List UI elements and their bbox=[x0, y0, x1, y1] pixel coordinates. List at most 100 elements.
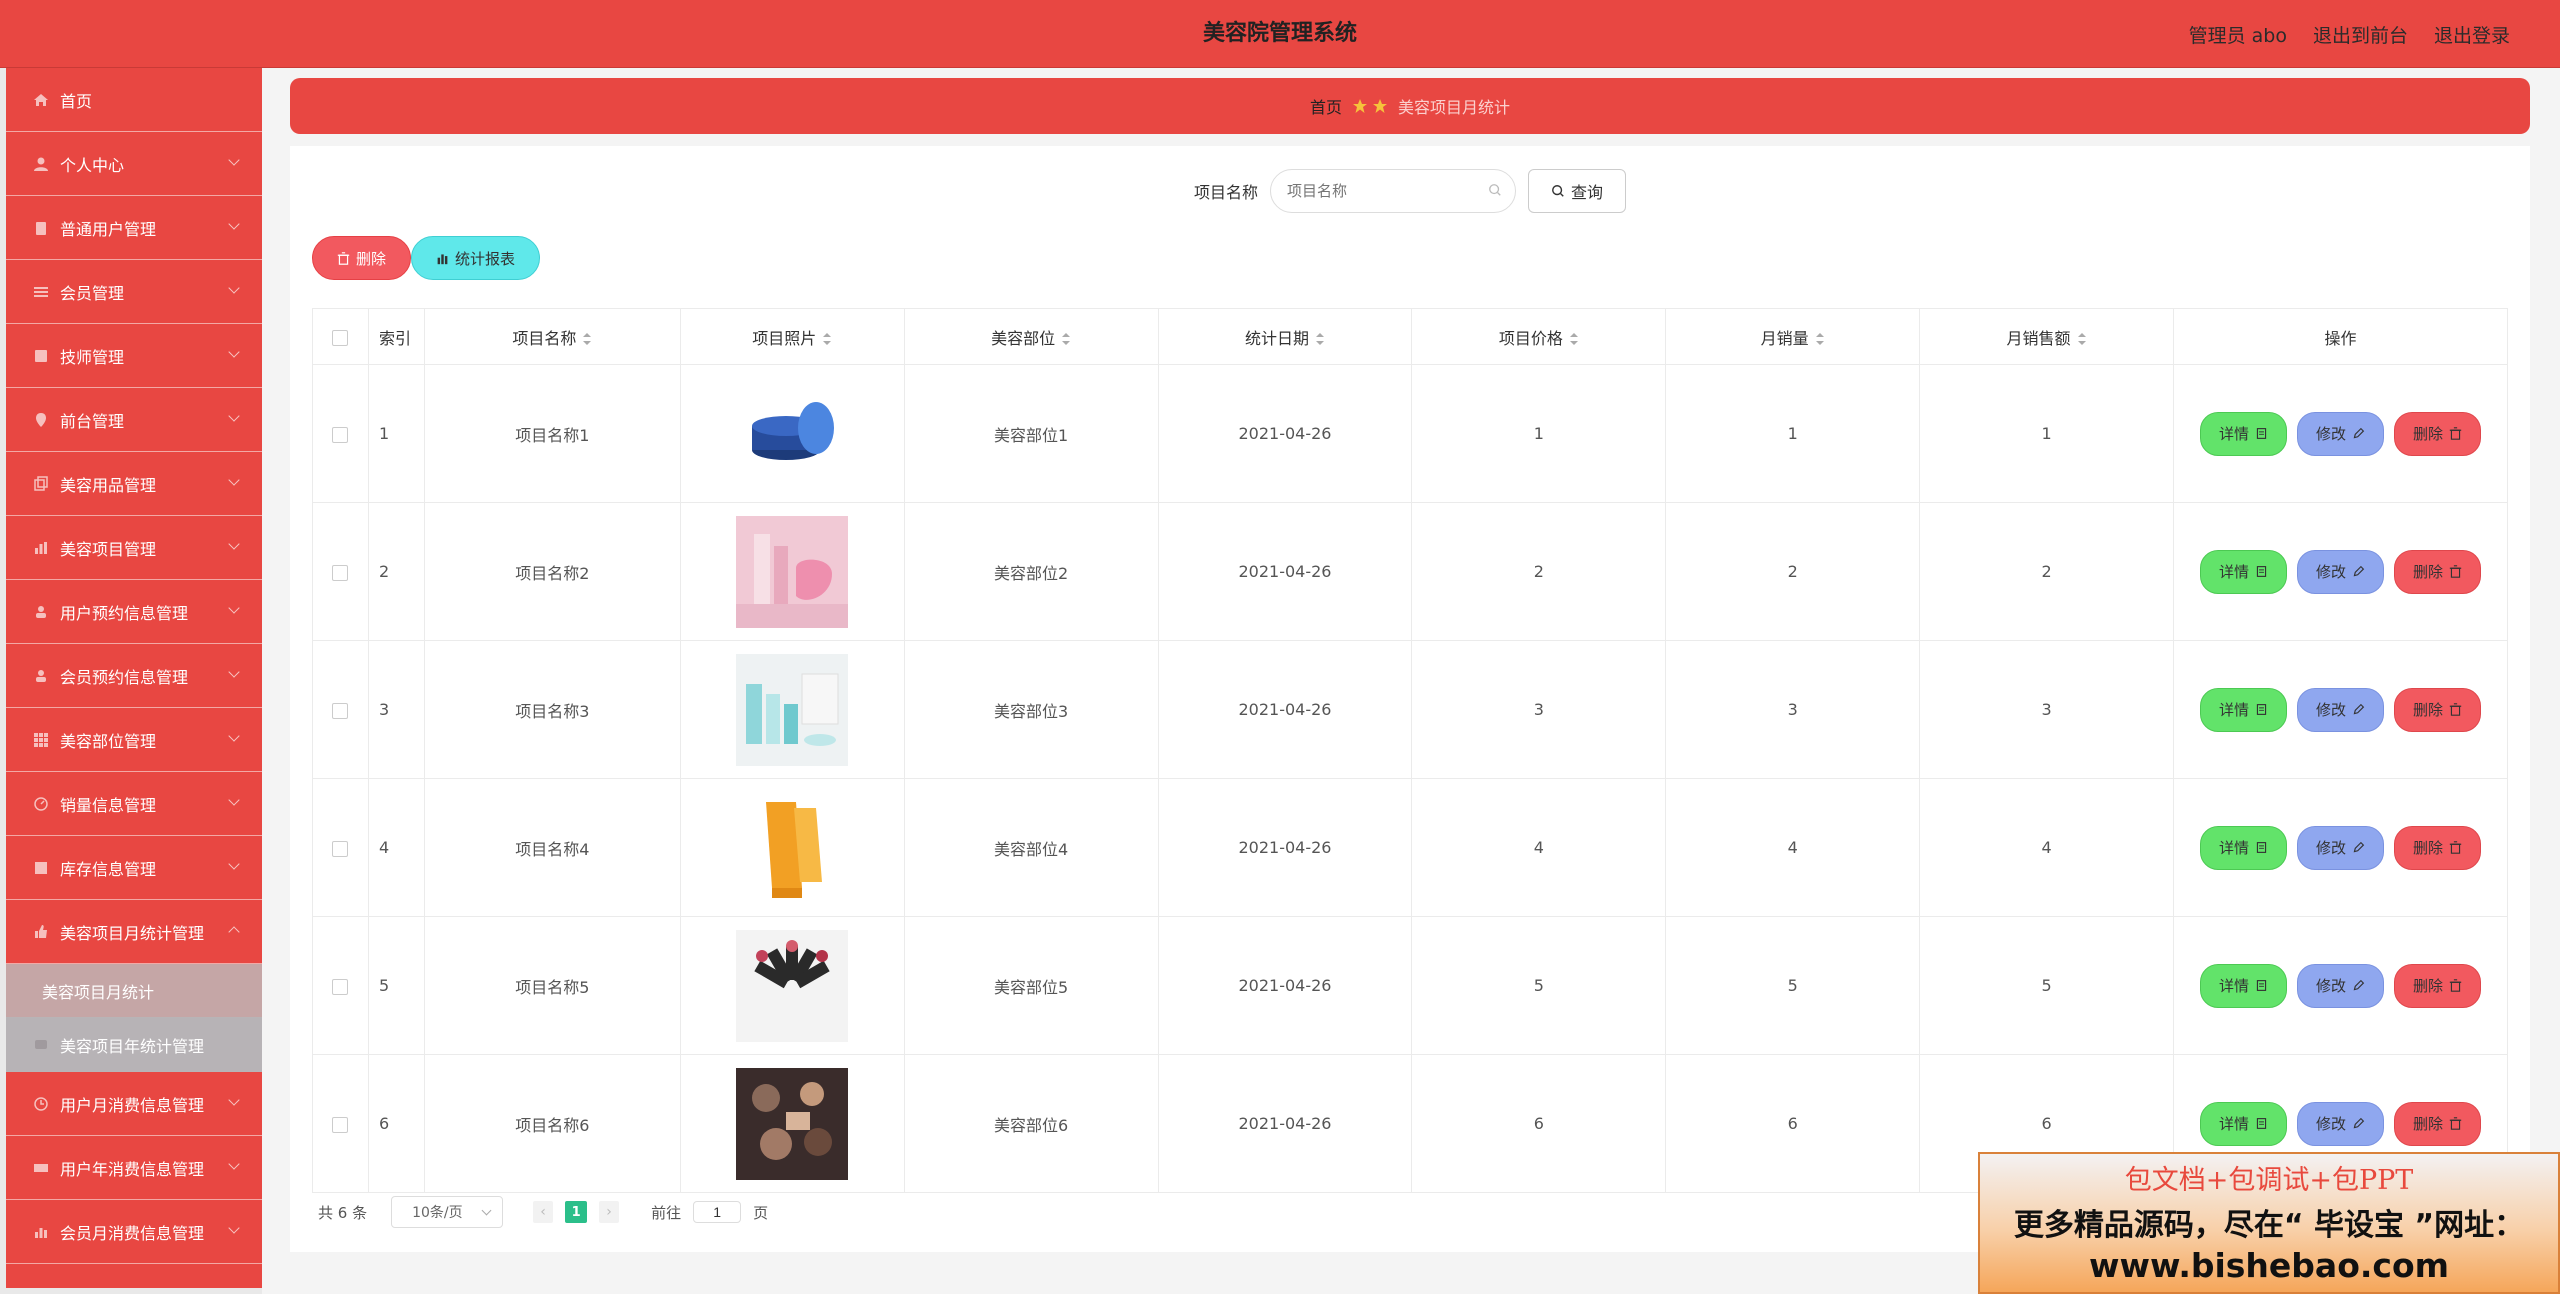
sidebar-item-label: 会员预约信息管理 bbox=[60, 667, 189, 687]
delete-label: 删除 bbox=[2412, 563, 2443, 581]
edit-button[interactable]: 修改 bbox=[2296, 1101, 2384, 1146]
cell-photo bbox=[679, 640, 905, 779]
sidebar-item-home[interactable]: 首页 bbox=[6, 68, 262, 132]
cell-date: 2021-04-26 bbox=[1157, 1054, 1413, 1193]
sidebar-item-monthly-stats[interactable]: 美容项目月统计管理 bbox=[6, 900, 262, 964]
sidebar-item-user-appointments[interactable]: 用户预约信息管理 bbox=[6, 580, 262, 644]
chevron-down-icon bbox=[228, 1094, 240, 1106]
delete-button[interactable]: 删除 bbox=[2393, 411, 2481, 456]
sidebar-item-label: 用户月消费信息管理 bbox=[60, 1095, 205, 1115]
logout-link[interactable]: 退出登录 bbox=[2434, 21, 2510, 48]
sidebar-item-beauty-projects[interactable]: 美容项目管理 bbox=[6, 516, 262, 580]
search-label: 项目名称 bbox=[1193, 183, 1258, 202]
exit-to-front-link[interactable]: 退出到前台 bbox=[2313, 21, 2408, 48]
person-icon bbox=[36, 605, 46, 618]
trash-icon bbox=[2449, 703, 2462, 716]
sidebar-item-beauty-parts[interactable]: 美容部位管理 bbox=[6, 708, 262, 772]
cell-index: 1 bbox=[367, 364, 425, 503]
detail-button[interactable]: 详情 bbox=[2199, 1101, 2287, 1146]
edit-button[interactable]: 修改 bbox=[2296, 963, 2384, 1008]
grid-icon bbox=[34, 732, 48, 747]
delete-button[interactable]: 删除 bbox=[2393, 1101, 2481, 1146]
detail-button[interactable]: 详情 bbox=[2199, 825, 2287, 870]
breadcrumb-home[interactable]: 首页 bbox=[1310, 94, 1342, 118]
sidebar-item-beauty-supplies[interactable]: 美容用品管理 bbox=[6, 452, 262, 516]
edit-label: 修改 bbox=[2315, 977, 2346, 995]
sidebar-item-member-appointments[interactable]: 会员预约信息管理 bbox=[6, 644, 262, 708]
cell-sales: 3 bbox=[1665, 640, 1921, 779]
sidebar-item-label: 美容项目管理 bbox=[60, 539, 157, 559]
trash-icon bbox=[2449, 841, 2462, 854]
sidebar-item-user-monthly-consumption[interactable]: 用户月消费信息管理 bbox=[6, 1072, 262, 1136]
promo-banner[interactable]: 包文档+包调试+包PPT 更多精品源码，尽在“ 毕设宝 ”网址： www.bis… bbox=[1978, 1152, 2560, 1294]
delete-label: 删除 bbox=[2412, 1115, 2443, 1133]
row-checkbox[interactable] bbox=[332, 426, 349, 443]
clock-icon bbox=[34, 1096, 48, 1111]
cell-part: 美容部位4 bbox=[903, 778, 1159, 917]
row-checkbox[interactable] bbox=[332, 702, 349, 719]
query-button[interactable]: 查询 bbox=[1528, 169, 1627, 213]
delete-button[interactable]: 删除 bbox=[2393, 549, 2481, 594]
row-select-cell bbox=[312, 640, 369, 779]
delete-label: 删除 bbox=[2412, 425, 2443, 443]
header-name[interactable]: 项目名称 bbox=[423, 308, 681, 365]
sidebar-item-inventory-info[interactable]: 库存信息管理 bbox=[6, 836, 262, 900]
edit-button[interactable]: 修改 bbox=[2296, 411, 2384, 456]
detail-button[interactable]: 详情 bbox=[2199, 963, 2287, 1008]
header-monthly-revenue[interactable]: 月销售额 bbox=[1919, 308, 2174, 365]
row-checkbox[interactable] bbox=[332, 840, 349, 857]
sidebar-item-technicians[interactable]: 技师管理 bbox=[6, 324, 262, 388]
sidebar-item-normal-users[interactable]: 普通用户管理 bbox=[6, 196, 262, 260]
header-price[interactable]: 项目价格 bbox=[1411, 308, 1667, 365]
row-select-cell bbox=[312, 502, 369, 641]
cell-revenue: 3 bbox=[1919, 640, 2174, 779]
star-icon bbox=[1373, 99, 1387, 113]
edit-label: 修改 bbox=[2315, 1115, 2346, 1133]
detail-button[interactable]: 详情 bbox=[2199, 549, 2287, 594]
action-buttons: 删除 统计报表 bbox=[312, 236, 541, 280]
row-checkbox[interactable] bbox=[332, 564, 349, 581]
header-photo[interactable]: 项目照片 bbox=[679, 308, 905, 365]
cell-operations: 详情 修改 删除 bbox=[2172, 364, 2509, 503]
detail-label: 详情 bbox=[2218, 1115, 2249, 1133]
header-monthly-sales[interactable]: 月销量 bbox=[1665, 308, 1921, 365]
delete-button[interactable]: 删除 bbox=[2393, 963, 2481, 1008]
sidebar-item-members[interactable]: 会员管理 bbox=[6, 260, 262, 324]
trash-icon bbox=[2449, 1117, 2462, 1130]
batch-delete-button[interactable]: 删除 bbox=[312, 236, 412, 280]
statistics-report-button[interactable]: 统计报表 bbox=[411, 236, 541, 280]
product-photo bbox=[736, 653, 849, 766]
row-checkbox[interactable] bbox=[332, 1116, 349, 1133]
sidebar-item-front-desk[interactable]: 前台管理 bbox=[6, 388, 262, 452]
sidebar-item-yearly-stats[interactable]: 美容项目年统计管理 bbox=[6, 1018, 262, 1072]
prev-page-button[interactable]: ‹ bbox=[533, 1201, 554, 1223]
sidebar-item-label: 前台管理 bbox=[60, 411, 125, 431]
delete-label: 删除 bbox=[2412, 977, 2443, 995]
header-part[interactable]: 美容部位 bbox=[903, 308, 1159, 365]
edit-button[interactable]: 修改 bbox=[2296, 549, 2384, 594]
main-content: 首页 美容项目月统计 项目名称 查询 删除 统计报表 bbox=[262, 68, 2560, 1294]
cell-revenue: 5 bbox=[1919, 916, 2174, 1055]
header-date[interactable]: 统计日期 bbox=[1157, 308, 1413, 365]
delete-button[interactable]: 删除 bbox=[2393, 687, 2481, 732]
sidebar-item-user-yearly-consumption[interactable]: 用户年消费信息管理 bbox=[6, 1136, 262, 1200]
detail-button[interactable]: 详情 bbox=[2199, 687, 2287, 732]
goto-page-input[interactable] bbox=[693, 1201, 742, 1223]
page-number-current[interactable]: 1 bbox=[565, 1201, 588, 1223]
sidebar-item-personal-center[interactable]: 个人中心 bbox=[6, 132, 262, 196]
table-header-row: 索引 项目名称 项目照片 美容部位 统计日期 项目价格 月销量 月销售额 操作 bbox=[312, 308, 2509, 365]
select-all-checkbox[interactable] bbox=[332, 329, 349, 346]
sidebar-item-member-monthly-consumption[interactable]: 会员月消费信息管理 bbox=[6, 1200, 262, 1264]
dashboard-icon bbox=[34, 796, 48, 811]
sidebar-item-sales-info[interactable]: 销量信息管理 bbox=[6, 772, 262, 836]
detail-button[interactable]: 详情 bbox=[2199, 411, 2287, 456]
next-page-button[interactable]: › bbox=[599, 1201, 620, 1223]
sidebar-subitem-monthly-stats[interactable]: 美容项目月统计 bbox=[6, 964, 262, 1018]
row-checkbox[interactable] bbox=[332, 978, 349, 995]
page-size-select[interactable]: 10条/页 bbox=[391, 1196, 504, 1228]
search-input[interactable] bbox=[1270, 169, 1516, 213]
edit-button[interactable]: 修改 bbox=[2296, 687, 2384, 732]
edit-button[interactable]: 修改 bbox=[2296, 825, 2384, 870]
cell-operations: 详情 修改 删除 bbox=[2172, 916, 2509, 1055]
delete-button[interactable]: 删除 bbox=[2393, 825, 2481, 870]
